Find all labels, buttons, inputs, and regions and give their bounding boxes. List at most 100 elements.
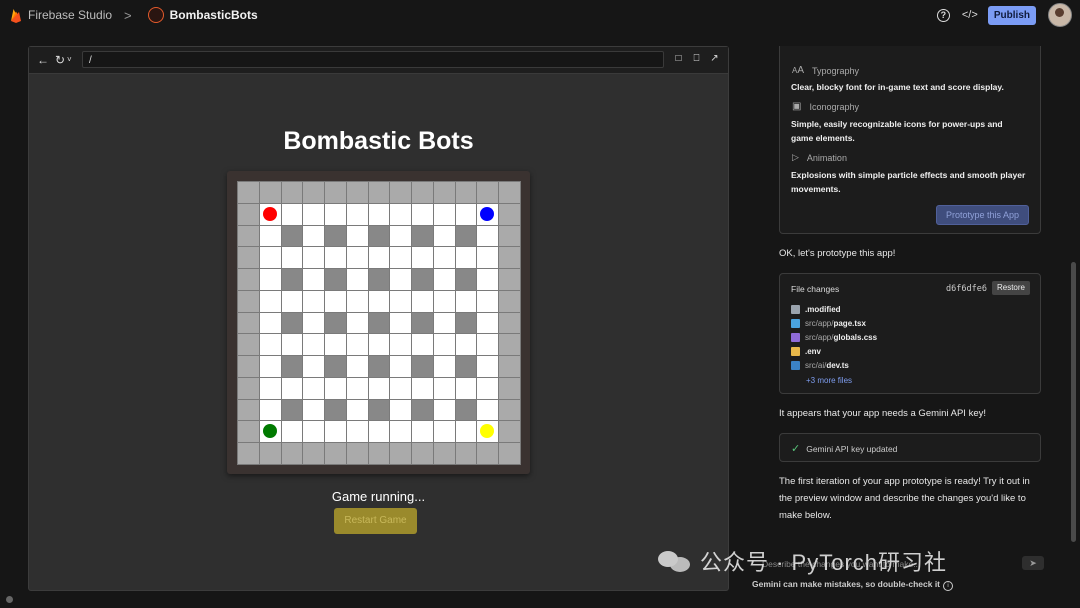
board-cell-empty [455, 334, 477, 356]
board-cell-empty [259, 312, 281, 334]
board-cell-empty [390, 290, 412, 312]
bot-player [262, 424, 277, 439]
file-path: .env [805, 347, 822, 356]
board-cell-wall [499, 225, 520, 247]
board-cell-block [368, 399, 390, 421]
board-cell-wall [325, 443, 346, 464]
board-cell-wall [499, 203, 520, 225]
board-cell-empty [346, 377, 368, 399]
board-cell-empty [281, 377, 303, 399]
board-cell-block [412, 399, 433, 421]
file-change-item[interactable]: src/app/globals.css [791, 333, 877, 342]
board-cell-empty [477, 399, 499, 421]
board-cell-empty [433, 334, 455, 356]
board-cell-empty [259, 203, 281, 225]
file-changes-card: File changes d6f6dfe6 Restore .modified s… [779, 273, 1041, 394]
board-cell-wall [238, 443, 259, 464]
board-cell-wall [238, 290, 259, 312]
board-cell-empty [433, 247, 455, 269]
back-icon[interactable]: ← [37, 53, 49, 67]
board-cell-block [325, 399, 346, 421]
restart-game-button[interactable]: Restart Game [334, 508, 417, 534]
board-cell-wall [238, 182, 259, 203]
board-cell-wall [412, 443, 433, 464]
board-cell-wall [238, 247, 259, 269]
bot-player [480, 424, 495, 439]
publish-button[interactable]: Publish [987, 5, 1036, 25]
devices-icon[interactable]: ⎕ [691, 53, 702, 64]
board-cell-block [455, 312, 477, 334]
board-cell-wall [259, 443, 281, 464]
bot-player [262, 206, 277, 221]
game-board[interactable] [237, 181, 521, 465]
reload-options-chevron-icon[interactable]: ˅ [67, 55, 72, 64]
board-cell-empty [390, 356, 412, 377]
board-cell-empty [390, 421, 412, 443]
board-cell-wall [499, 247, 520, 269]
board-cell-block [368, 312, 390, 334]
api-key-status: ✓ Gemini API key updated [791, 443, 898, 455]
board-cell-empty [259, 269, 281, 290]
product-name[interactable]: Firebase Studio [28, 8, 112, 22]
send-icon[interactable]: ➤ [1022, 556, 1044, 570]
board-cell-wall [368, 443, 390, 464]
board-cell-empty [368, 377, 390, 399]
board-cell-empty [368, 334, 390, 356]
help-icon[interactable]: ? [936, 8, 950, 22]
file-change-item[interactable]: src/app/page.tsx [791, 319, 866, 328]
board-cell-wall [368, 182, 390, 203]
board-cell-wall [238, 312, 259, 334]
preview-panel: ← ↻ ˅ / □ ⎕ ↗ Bombastic Bots Game runnin… [28, 46, 729, 591]
board-cell-wall [477, 182, 499, 203]
restore-button[interactable]: Restore [992, 281, 1030, 295]
file-change-item[interactable]: .env [791, 347, 821, 356]
board-cell-empty [477, 247, 499, 269]
avatar[interactable] [1048, 3, 1072, 27]
board-cell-empty [368, 203, 390, 225]
game-board-frame [227, 171, 530, 474]
board-cell-empty [259, 334, 281, 356]
file-change-item[interactable]: src/ai/dev.ts [791, 361, 849, 370]
select-element-icon[interactable]: □ [673, 53, 684, 64]
board-cell-empty [477, 421, 499, 443]
project-name[interactable]: BombasticBots [170, 8, 258, 22]
board-cell-empty [390, 269, 412, 290]
board-cell-empty [259, 225, 281, 247]
board-cell-wall [499, 334, 520, 356]
board-cell-block [281, 399, 303, 421]
board-cell-wall [238, 356, 259, 377]
more-files-link[interactable]: +3 more files [806, 376, 852, 385]
board-cell-empty [325, 247, 346, 269]
open-external-icon[interactable]: ↗ [709, 53, 720, 64]
url-input[interactable]: / [82, 51, 664, 68]
board-cell-block [325, 225, 346, 247]
board-cell-empty [433, 269, 455, 290]
animation-icon: ▷ [792, 152, 799, 162]
board-cell-block [455, 225, 477, 247]
guideline-animation-text: Explosions with simple particle effects … [791, 170, 1026, 194]
board-cell-wall [499, 182, 520, 203]
reload-icon[interactable]: ↻ [55, 53, 65, 67]
board-cell-empty [303, 334, 325, 356]
prototype-app-button[interactable]: Prototype this App [936, 205, 1029, 225]
board-cell-empty [412, 421, 433, 443]
board-cell-empty [368, 421, 390, 443]
game-status: Game running... [331, 489, 426, 504]
board-cell-wall [433, 443, 455, 464]
chat-scrollbar[interactable] [1071, 262, 1076, 542]
board-cell-wall [412, 182, 433, 203]
checkmark-icon: ✓ [791, 443, 801, 455]
board-cell-empty [368, 290, 390, 312]
code-view-icon[interactable]: </> [962, 8, 978, 22]
board-cell-block [412, 312, 433, 334]
info-icon[interactable]: i [943, 581, 954, 591]
file-path: src/app/page.tsx [805, 319, 866, 328]
board-cell-empty [303, 421, 325, 443]
board-cell-wall [346, 443, 368, 464]
file-change-item[interactable]: .modified [791, 305, 841, 314]
board-cell-block [281, 225, 303, 247]
board-cell-empty [303, 377, 325, 399]
file-path: src/app/globals.css [805, 333, 878, 342]
board-cell-empty [346, 290, 368, 312]
board-cell-block [325, 312, 346, 334]
